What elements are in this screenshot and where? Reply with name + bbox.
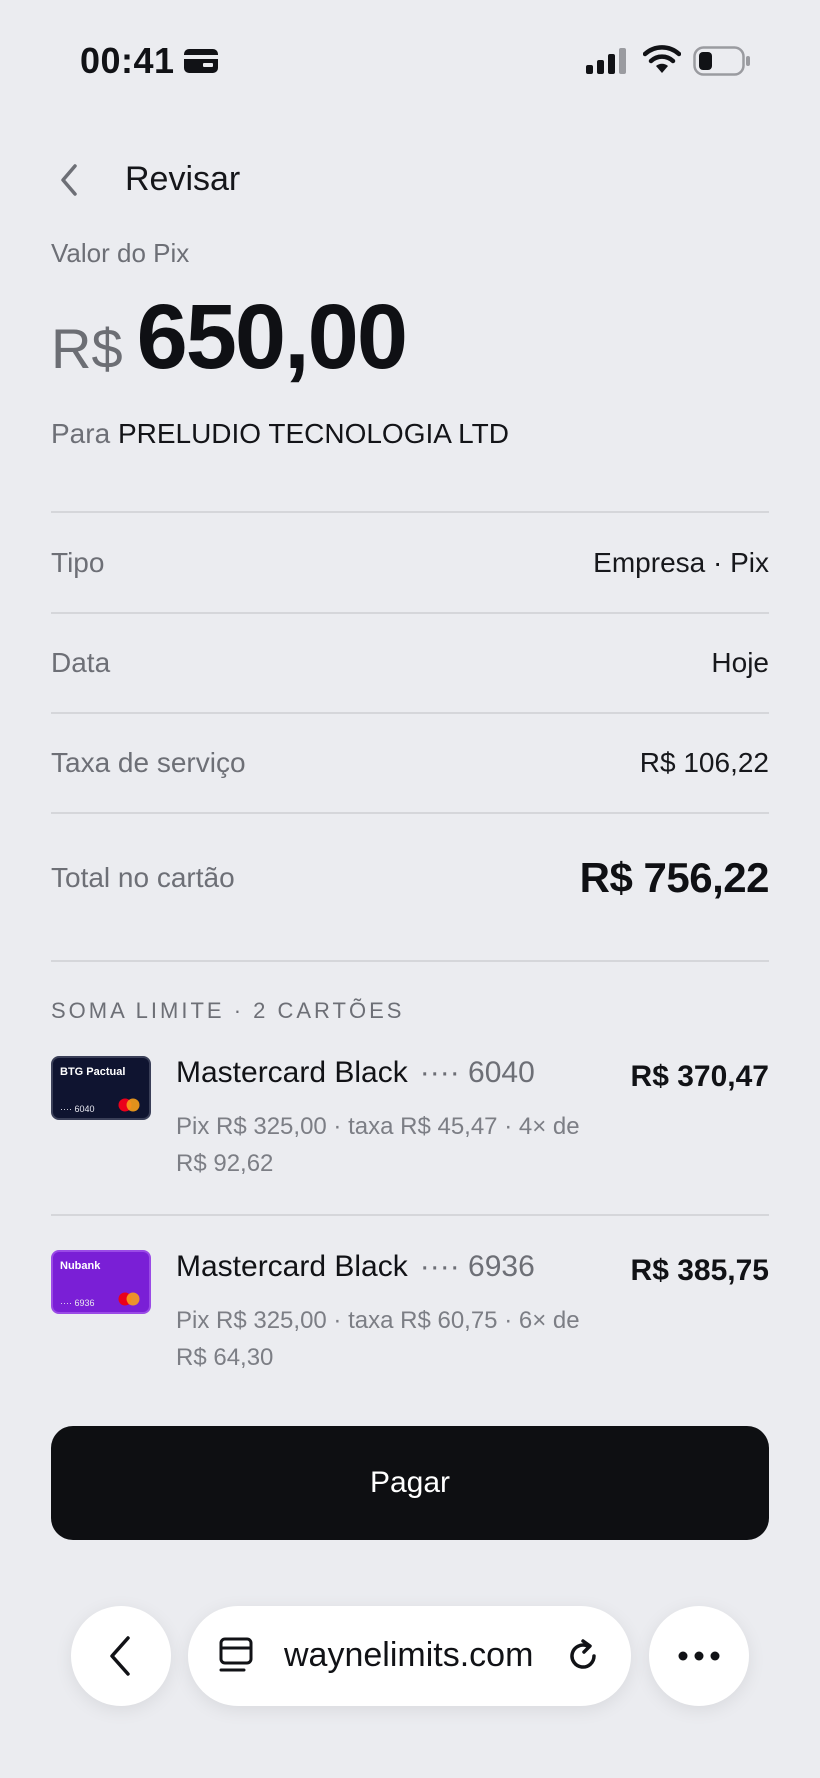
tabs-icon: [219, 1637, 253, 1672]
detail-value: Empresa · Pix: [593, 547, 769, 578]
battery-icon: [693, 46, 750, 76]
total-label: Total no cartão: [51, 862, 235, 893]
back-button[interactable]: [50, 158, 90, 202]
total-row: Total no cartão R$ 756,22: [51, 848, 770, 908]
reload-icon[interactable]: [563, 1636, 603, 1676]
amount-currency: R$: [51, 317, 123, 380]
detail-label: Data: [51, 647, 111, 678]
mastercard-icon: [118, 1098, 140, 1112]
mastercard-icon: [118, 1292, 140, 1306]
recipient-prefix: Para: [51, 418, 111, 449]
detail-value: R$ 106,22: [639, 747, 769, 778]
wifi-icon: [643, 45, 681, 73]
card-thumb-digits: ···· 6040: [60, 1104, 95, 1114]
detail-row-taxa: Taxa de serviço R$ 106,22: [51, 738, 769, 788]
section-title: SOMA LIMITE · 2 CARTÕES: [51, 998, 405, 1023]
card-bank: BTG Pactual: [60, 1066, 126, 1078]
chevron-left-icon: [110, 1636, 130, 1676]
amount-display: R$ 650,00: [51, 285, 408, 395]
recipient: Para PRELUDIO TECNOLOGIA LTD: [51, 418, 509, 450]
card-name: Mastercard Black: [176, 1250, 408, 1283]
detail-row-data: Data Hoje: [51, 638, 769, 688]
pay-button[interactable]: Pagar: [51, 1426, 769, 1540]
card-title: Mastercard Black ···· 6040: [176, 1056, 535, 1090]
card-title: Mastercard Black ···· 6936: [176, 1250, 535, 1284]
more-button[interactable]: [649, 1606, 749, 1706]
header: Revisar: [0, 150, 820, 210]
divider: [51, 960, 769, 962]
card-item-btg[interactable]: BTG Pactual ···· 6040 Mastercard Black ··…: [51, 1056, 769, 1186]
detail-label: Taxa de serviço: [51, 747, 246, 778]
card-amount: R$ 370,47: [630, 1060, 769, 1093]
browser-back-button[interactable]: [71, 1606, 171, 1706]
divider: [51, 612, 769, 614]
detail-value: Hoje: [711, 647, 769, 678]
more-icon: [678, 1651, 720, 1661]
recipient-name: PRELUDIO TECNOLOGIA LTD: [117, 418, 509, 449]
card-mask: ···· 6936: [419, 1250, 535, 1283]
total-value: R$ 756,22: [579, 854, 770, 901]
card-description: Pix R$ 325,00 · taxa R$ 60,75 · 6× de R$…: [176, 1307, 580, 1371]
detail-row-tipo: Tipo Empresa · Pix: [51, 538, 769, 588]
amount-value: 650,00: [136, 286, 408, 388]
chevron-left-icon: [61, 164, 77, 196]
card-item-nubank[interactable]: Nubank ···· 6936 Mastercard Black ···· 69…: [51, 1250, 769, 1380]
card-thumbnail: BTG Pactual ···· 6040: [51, 1056, 151, 1120]
status-bar: 00:41: [0, 0, 820, 120]
card-thumb-digits: ···· 6936: [60, 1298, 95, 1308]
card-name: Mastercard Black: [176, 1056, 408, 1089]
divider: [51, 712, 769, 714]
card-amount: R$ 385,75: [630, 1254, 769, 1287]
detail-label: Tipo: [51, 547, 105, 578]
card-mask: ···· 6040: [419, 1056, 535, 1089]
card-bank: Nubank: [60, 1260, 101, 1272]
divider: [51, 1214, 769, 1216]
wallet-icon: [184, 49, 218, 73]
divider: [51, 511, 769, 513]
amount-label: Valor do Pix: [51, 238, 190, 268]
address-bar[interactable]: waynelimits.com: [188, 1606, 631, 1706]
card-description: Pix R$ 325,00 · taxa R$ 45,47 · 4× de R$…: [176, 1113, 580, 1177]
page-title: Revisar: [125, 160, 241, 198]
divider: [51, 812, 769, 814]
card-thumbnail: Nubank ···· 6936: [51, 1250, 151, 1314]
status-time: 00:41: [80, 40, 175, 81]
url-text: waynelimits.com: [284, 1636, 534, 1674]
browser-toolbar: waynelimits.com: [0, 1600, 820, 1710]
signal-icon: [586, 48, 626, 74]
